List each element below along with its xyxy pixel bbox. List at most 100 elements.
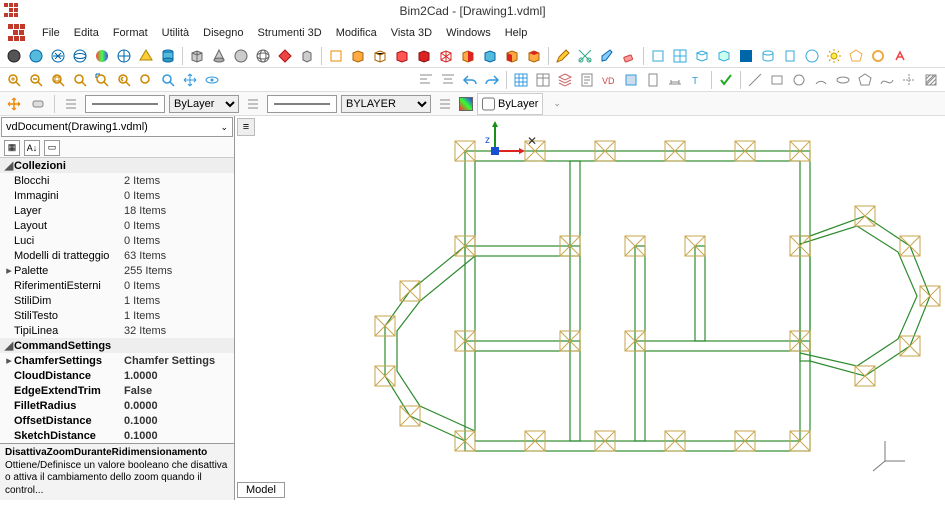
block-icon[interactable] (621, 70, 641, 90)
tree-row[interactable]: TipiLinea32 Items (0, 323, 234, 338)
menu-edita[interactable]: Edita (74, 27, 99, 39)
vd-icon[interactable]: VD (599, 70, 619, 90)
hatch-icon[interactable] (921, 70, 941, 90)
pentagon-icon[interactable] (846, 46, 866, 66)
view-globe-icon[interactable] (802, 46, 822, 66)
view-dark-icon[interactable] (736, 46, 756, 66)
menu-utilita[interactable]: Utilità (162, 27, 190, 39)
cone-yellow-icon[interactable] (136, 46, 156, 66)
menu-file[interactable]: File (42, 27, 60, 39)
tree-row[interactable]: SketchDistance0.1000 (0, 428, 234, 443)
color-swatch[interactable] (459, 97, 473, 111)
doc-icon[interactable] (643, 70, 663, 90)
globe-icon[interactable] (253, 46, 273, 66)
zoom-window-icon[interactable] (92, 70, 112, 90)
menu-modifica[interactable]: Modifica (336, 27, 377, 39)
dropdown-arrow-icon[interactable]: ⌄ (553, 98, 561, 109)
tree-row[interactable]: FilletRadius0.0000 (0, 398, 234, 413)
cube-shaded1-icon[interactable] (348, 46, 368, 66)
box-icon[interactable] (187, 46, 207, 66)
zoom-in-icon[interactable] (4, 70, 24, 90)
zoom-prev-icon[interactable] (114, 70, 134, 90)
cube-red2-icon[interactable] (414, 46, 434, 66)
zoom-blue-icon[interactable] (158, 70, 178, 90)
tree-row[interactable]: EdgeExtendTrimFalse (0, 383, 234, 398)
cube-red3-icon[interactable] (436, 46, 456, 66)
sheet-icon[interactable] (577, 70, 597, 90)
view-cylinder-icon[interactable] (758, 46, 778, 66)
sphere-wire-icon[interactable] (70, 46, 90, 66)
cube-blue1-icon[interactable] (480, 46, 500, 66)
document-combo[interactable]: vdDocument(Drawing1.vdml) ⌄ (1, 117, 233, 137)
bylayer-cb-input[interactable] (482, 95, 495, 113)
tree-row[interactable]: Modelli di tratteggio63 Items (0, 248, 234, 263)
lw-icon[interactable] (435, 94, 455, 114)
pan-icon[interactable] (180, 70, 200, 90)
view-iso2-icon[interactable] (714, 46, 734, 66)
view-iso1-icon[interactable] (692, 46, 712, 66)
move-icon[interactable] (4, 94, 24, 114)
sphere-blue-icon[interactable] (26, 46, 46, 66)
tree-row[interactable]: OffsetDistance0.1000 (0, 413, 234, 428)
auto-icon[interactable] (890, 46, 910, 66)
brush-icon[interactable] (597, 46, 617, 66)
eraser-icon[interactable] (619, 46, 639, 66)
light-icon[interactable] (824, 46, 844, 66)
redo-icon[interactable] (482, 70, 502, 90)
diamond-red-icon[interactable] (275, 46, 295, 66)
cube-shaded2-icon[interactable] (370, 46, 390, 66)
sort-az-icon[interactable]: A↓ (24, 140, 40, 156)
cone-icon[interactable] (209, 46, 229, 66)
sphere-grey-icon[interactable] (231, 46, 251, 66)
menu-windows[interactable]: Windows (446, 27, 491, 39)
sphere-hatch-icon[interactable] (48, 46, 68, 66)
text-icon[interactable]: T (687, 70, 707, 90)
menu-disegno[interactable]: Disegno (203, 27, 243, 39)
rect-icon[interactable] (767, 70, 787, 90)
zoom-all-icon[interactable] (70, 70, 90, 90)
prism-icon[interactable] (297, 46, 317, 66)
toggle-icon[interactable] (28, 94, 48, 114)
tree-row[interactable]: CloudDistance1.0000 (0, 368, 234, 383)
bylayer-checkbox[interactable]: ByLayer (477, 93, 543, 115)
tree-row[interactable]: ▸Palette255 Items (0, 263, 234, 278)
sphere-grid-icon[interactable] (114, 46, 134, 66)
tree-group[interactable]: ◢Collezioni (0, 158, 234, 173)
undo-icon[interactable] (460, 70, 480, 90)
spline-icon[interactable] (877, 70, 897, 90)
sort-card-icon[interactable]: ▭ (44, 140, 60, 156)
layers-icon[interactable] (555, 70, 575, 90)
menu-strumenti3d[interactable]: Strumenti 3D (258, 27, 322, 39)
zoom-fit-icon[interactable] (48, 70, 68, 90)
view-grid-icon[interactable] (670, 46, 690, 66)
orbit-icon[interactable] (202, 70, 222, 90)
cut-icon[interactable] (575, 46, 595, 66)
view-front-icon[interactable] (780, 46, 800, 66)
polygon-icon[interactable] (855, 70, 875, 90)
tree-row[interactable]: Layer18 Items (0, 203, 234, 218)
canvas[interactable]: ≡ (235, 116, 945, 500)
cube-half2-icon[interactable] (502, 46, 522, 66)
zoom-out-icon[interactable] (26, 70, 46, 90)
tree-row[interactable]: StiliDim1 Items (0, 293, 234, 308)
cyl-blue-icon[interactable] (158, 46, 178, 66)
tree-row[interactable]: ▸ChamferSettingsChamfer Settings (0, 353, 234, 368)
cube-open-icon[interactable] (326, 46, 346, 66)
cube-red1-icon[interactable] (392, 46, 412, 66)
properties-tree[interactable]: ◢CollezioniBlocchi2 ItemsImmagini0 Items… (0, 158, 234, 443)
list-sm-icon-2[interactable] (243, 94, 263, 114)
construct-icon[interactable] (899, 70, 919, 90)
tree-row[interactable]: Immagini0 Items (0, 188, 234, 203)
dim-icon[interactable] (665, 70, 685, 90)
sphere-dark-icon[interactable] (4, 46, 24, 66)
cube-half3-icon[interactable] (524, 46, 544, 66)
linetype-combo-1[interactable]: ByLayer (169, 95, 239, 113)
sort-cat-icon[interactable]: ▦ (4, 140, 20, 156)
tree-group[interactable]: ◢CommandSettings (0, 338, 234, 353)
tree-row[interactable]: RiferimentiEsterni0 Items (0, 278, 234, 293)
line-sample-1[interactable] (85, 95, 165, 113)
menu-vista3d[interactable]: Vista 3D (391, 27, 432, 39)
arc-icon[interactable] (811, 70, 831, 90)
ellipse-icon[interactable] (833, 70, 853, 90)
circle-icon[interactable] (789, 70, 809, 90)
